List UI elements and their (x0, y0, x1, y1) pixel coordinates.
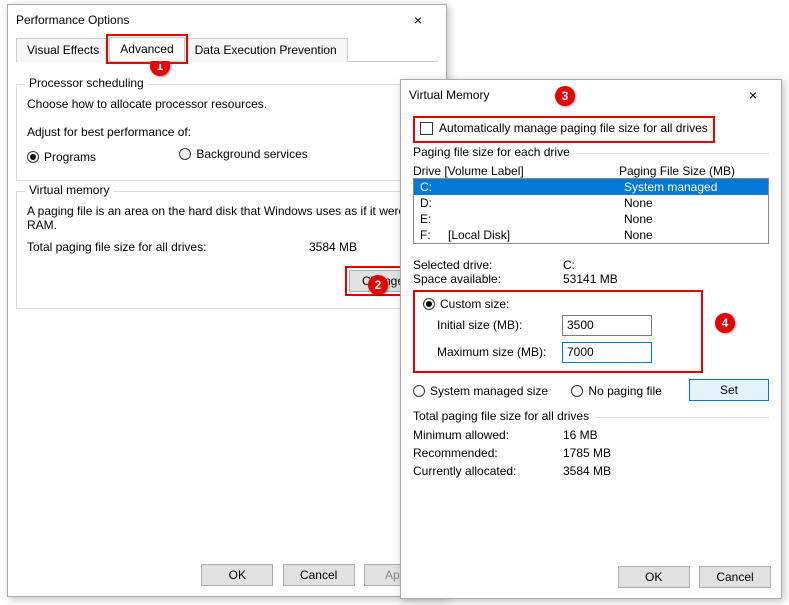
set-button[interactable]: Set (689, 379, 769, 401)
tab-visual-effects[interactable]: Visual Effects (16, 38, 110, 62)
vm-cancel-button[interactable]: Cancel (699, 566, 771, 588)
proc-desc: Choose how to allocate processor resourc… (27, 97, 427, 111)
annotation-badge-3: 3 (555, 86, 575, 106)
vm-ok-button[interactable]: OK (618, 566, 690, 588)
vm-total-value: 3584 MB (309, 240, 357, 254)
close-icon[interactable]: × (733, 87, 773, 103)
min-allowed-value: 16 MB (563, 428, 598, 442)
drive-row-d[interactable]: D:None (414, 195, 768, 211)
dialog-button-row: OK Cancel Apply (8, 556, 446, 596)
selected-drive-value: C: (563, 258, 575, 272)
proc-adjust-label: Adjust for best performance of: (27, 125, 427, 139)
window-title: Performance Options (16, 13, 398, 27)
custom-size-box: Custom size: Initial size (MB): Maximum … (413, 290, 703, 373)
radio-background-services[interactable]: Background services (179, 147, 307, 161)
processor-scheduling-group: Processor scheduling Choose how to alloc… (16, 84, 438, 181)
cancel-button[interactable]: Cancel (283, 564, 355, 586)
radio-system-managed[interactable]: System managed size (413, 384, 548, 398)
annotation-badge-2: 2 (368, 275, 388, 295)
radio-no-paging-label: No paging file (588, 384, 661, 398)
totals-legend: Total paging file size for all drives (413, 409, 595, 423)
radio-system-managed-label: System managed size (430, 384, 548, 398)
auto-manage-row: Automatically manage paging file size fo… (413, 116, 715, 143)
radio-custom-size[interactable]: Custom size: (423, 297, 509, 311)
recommended-value: 1785 MB (563, 446, 611, 460)
radio-no-paging[interactable]: No paging file (571, 384, 661, 398)
space-available-label: Space available: (413, 272, 563, 286)
radio-custom-label: Custom size: (440, 297, 509, 311)
maximum-size-input[interactable] (562, 342, 652, 363)
ok-button[interactable]: OK (201, 564, 273, 586)
annotation-badge-4: 4 (715, 313, 735, 333)
initial-size-input[interactable] (562, 315, 652, 336)
close-icon[interactable]: × (398, 12, 438, 28)
vm-titlebar: Virtual Memory × (401, 80, 781, 110)
col-size: Paging File Size (MB) (619, 164, 769, 178)
radio-programs-label: Programs (44, 150, 96, 164)
drive-row-c[interactable]: C:System managed (414, 179, 768, 195)
virtual-memory-legend: Virtual memory (25, 183, 113, 197)
drive-row-e[interactable]: E:None (414, 211, 768, 227)
auto-manage-label: Automatically manage paging file size fo… (439, 121, 708, 135)
currently-allocated-label: Currently allocated: (413, 464, 563, 478)
tab-advanced[interactable]: Advanced (109, 37, 184, 61)
performance-options-dialog: Performance Options × Visual Effects Adv… (7, 4, 447, 597)
radio-bg-label: Background services (196, 147, 307, 161)
each-drive-legend: Paging file size for each drive (413, 145, 576, 159)
titlebar: Performance Options × (8, 5, 446, 35)
auto-manage-checkbox[interactable]: Automatically manage paging file size fo… (420, 121, 708, 135)
min-allowed-label: Minimum allowed: (413, 428, 563, 442)
vm-total-label: Total paging file size for all drives: (27, 240, 309, 254)
vm-desc: A paging file is an area on the hard dis… (27, 204, 427, 232)
processor-scheduling-legend: Processor scheduling (25, 76, 148, 90)
tab-strip: Visual Effects Advanced Data Execution P… (16, 35, 438, 62)
space-available-value: 53141 MB (563, 272, 618, 286)
drive-list[interactable]: C:System managed D:None E:None F:[Local … (413, 178, 769, 244)
virtual-memory-dialog: Virtual Memory × Automatically manage pa… (400, 79, 782, 599)
col-drive: Drive [Volume Label] (413, 164, 619, 178)
drive-row-f[interactable]: F:[Local Disk]None (414, 227, 768, 243)
maximum-size-label: Maximum size (MB): (437, 345, 562, 359)
initial-size-label: Initial size (MB): (437, 318, 562, 332)
radio-programs[interactable]: Programs (27, 150, 96, 164)
currently-allocated-value: 3584 MB (563, 464, 611, 478)
selected-drive-label: Selected drive: (413, 258, 563, 272)
vm-button-row: OK Cancel (401, 558, 781, 598)
tab-dep[interactable]: Data Execution Prevention (184, 38, 348, 62)
recommended-label: Recommended: (413, 446, 563, 460)
